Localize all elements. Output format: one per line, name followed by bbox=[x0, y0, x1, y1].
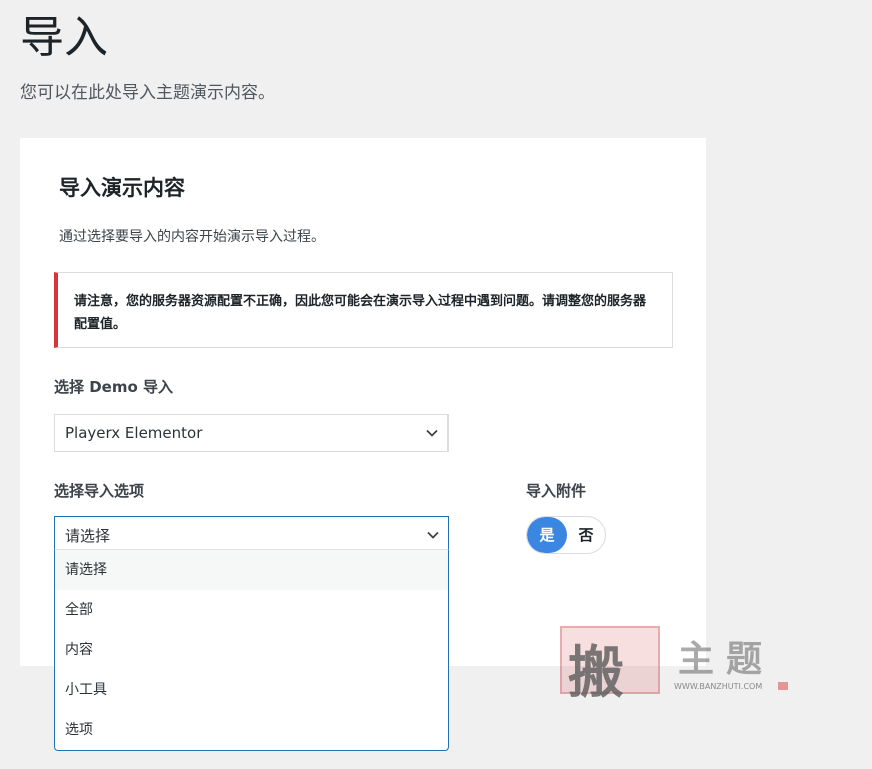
watermark-url: WWW.BANZHUTI.COM bbox=[674, 682, 763, 691]
import-options-value: 请选择 bbox=[65, 527, 111, 545]
dropdown-option[interactable]: 请选择 bbox=[55, 550, 448, 590]
card-title: 导入演示内容 bbox=[59, 176, 185, 200]
watermark-char: 搬 bbox=[568, 640, 624, 706]
dropdown-option[interactable]: 全部 bbox=[55, 590, 448, 630]
demo-select[interactable]: Playerx Elementor bbox=[54, 414, 449, 452]
watermark-logo: 搬 主题 WWW.BANZHUTI.COM bbox=[560, 626, 790, 706]
watermark-title: 主题 bbox=[678, 638, 775, 680]
chevron-down-icon bbox=[426, 429, 438, 437]
dropdown-option[interactable]: 内容 bbox=[55, 630, 448, 670]
import-attachments-toggle[interactable]: 是 否 bbox=[526, 516, 606, 554]
server-config-notice: 请注意，您的服务器资源配置不正确，因此您可能会在演示导入过程中遇到问题。请调整您… bbox=[54, 272, 673, 348]
import-options-dropdown: 请选择 全部 内容 小工具 选项 bbox=[54, 549, 449, 751]
toggle-yes-button[interactable]: 是 bbox=[527, 517, 567, 553]
dropdown-option[interactable]: 选项 bbox=[55, 710, 448, 750]
toggle-no-button[interactable]: 否 bbox=[567, 517, 605, 553]
import-options-select[interactable]: 请选择 bbox=[54, 516, 449, 550]
chevron-down-icon bbox=[427, 531, 439, 539]
import-attachments-label: 导入附件 bbox=[526, 482, 587, 500]
card-description: 通过选择要导入的内容开始演示导入过程。 bbox=[59, 229, 325, 245]
demo-select-value: Playerx Elementor bbox=[65, 424, 203, 442]
page-subtitle: 您可以在此处导入主题演示内容。 bbox=[20, 83, 275, 103]
watermark-dot bbox=[778, 682, 788, 690]
demo-select-label: 选择 Demo 导入 bbox=[54, 378, 174, 396]
import-options-label: 选择导入选项 bbox=[54, 482, 145, 500]
dropdown-option[interactable]: 小工具 bbox=[55, 670, 448, 710]
page-title: 导入 bbox=[20, 12, 108, 63]
